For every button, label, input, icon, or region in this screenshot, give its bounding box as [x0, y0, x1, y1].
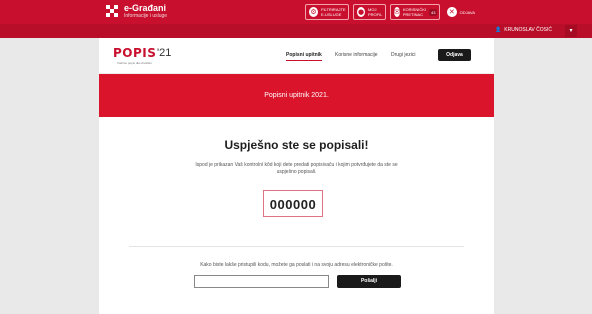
nav-link-drugi-jezici[interactable]: Drugi jezici	[391, 52, 415, 58]
send-button[interactable]: Pošalji	[337, 275, 401, 288]
control-code-box: 000000	[263, 190, 323, 217]
user-icon: 👤	[495, 27, 502, 33]
logout-top-label: ODJAVA	[459, 9, 476, 15]
inbox-icon: ✉	[394, 7, 400, 17]
user-inbox-label: KORISNIČKI PRETINAC	[402, 7, 426, 17]
inbox-count-badge: 43	[429, 8, 438, 16]
egradjani-topbar: e-Građani Informacije i usluge ⚙ FILTRIR…	[0, 0, 592, 24]
my-profile-label: MOJ PROFIL	[368, 7, 383, 17]
egradjani-title[interactable]: e-Građani	[124, 3, 166, 13]
site-nav: POPIS '21 Vodimo popis dla Hrvatski Popi…	[99, 38, 494, 74]
nav-link-popisni-upitnik[interactable]: Popisni upitnik	[286, 52, 322, 61]
filter-eservices-button[interactable]: ⚙ FILTRIRAJTE E-USLUGE	[305, 4, 349, 20]
user-name[interactable]: 👤 KRUNOSLAV ČOSIĆ	[495, 27, 552, 33]
hero-title: Popisni upitnik 2021.	[264, 92, 329, 99]
filter-eservices-label: FILTRIRAJTE E-USLUGE	[321, 7, 346, 17]
egradjani-subtitle: Informacije i usluge	[124, 13, 168, 19]
egradjani-logo-icon[interactable]	[106, 5, 118, 17]
user-name-text: KRUNOSLAV ČOSIĆ	[504, 27, 552, 33]
close-icon: ✕	[447, 7, 457, 17]
divider	[129, 246, 464, 247]
logout-top-button[interactable]: ✕ ODJAVA	[444, 4, 480, 20]
logout-button[interactable]: Odjava	[438, 49, 471, 61]
email-instructions: Kako biste lakše pristupili kodu, možete…	[200, 262, 393, 268]
user-bar: 👤 KRUNOSLAV ČOSIĆ ▾	[0, 24, 592, 38]
email-input[interactable]	[194, 275, 329, 288]
main-page: POPIS '21 Vodimo popis dla Hrvatski Popi…	[99, 38, 494, 314]
control-code: 000000	[269, 197, 317, 212]
profile-icon: ●	[357, 7, 365, 17]
chevron-down-icon[interactable]: ▾	[565, 25, 577, 37]
my-profile-button[interactable]: ● MOJ PROFIL	[353, 4, 386, 20]
popis-tagline: Vodimo popis dla Hrvatski	[117, 61, 152, 65]
success-description: Ispod je prikazan Vaš kontrolni kôd koji…	[195, 162, 398, 175]
success-heading: Uspješno ste se popisali!	[224, 138, 369, 152]
popis-year: '21	[157, 47, 172, 59]
nav-link-korisne-informacije[interactable]: Korisne informacije	[335, 52, 378, 58]
hero-banner: Popisni upitnik 2021.	[99, 74, 494, 117]
popis-logo[interactable]: POPIS	[113, 46, 156, 60]
filter-icon: ⚙	[309, 7, 318, 17]
user-inbox-button[interactable]: ✉ KORISNIČKI PRETINAC 43	[390, 4, 440, 20]
